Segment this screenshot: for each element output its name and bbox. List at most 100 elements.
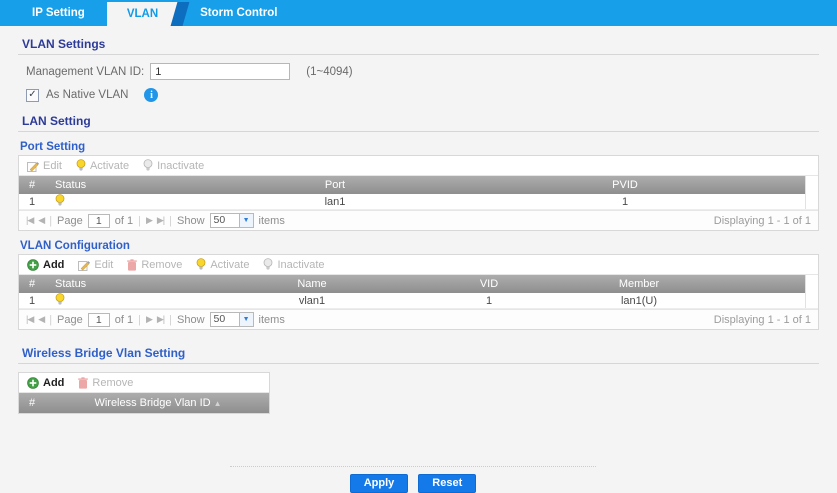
column-header-num[interactable]: # xyxy=(19,278,47,290)
show-items-select[interactable]: 50 ▼ xyxy=(210,213,254,228)
remove-button[interactable]: Remove xyxy=(127,259,182,271)
tab-bar: IP Setting VLAN Storm Control xyxy=(0,0,837,26)
inactivate-label: Inactivate xyxy=(277,259,324,271)
row-member: lan1(U) xyxy=(549,295,729,307)
column-header-pvid[interactable]: PVID xyxy=(475,179,775,191)
lan-setting-section-title: LAN Setting xyxy=(18,110,819,132)
vlan-settings-section-title: VLAN Settings xyxy=(18,33,819,55)
inactive-bulb-icon xyxy=(143,159,153,172)
inactivate-button[interactable]: Inactivate xyxy=(263,258,324,271)
column-header-status[interactable]: Status xyxy=(47,179,195,191)
tab-ip-setting[interactable]: IP Setting xyxy=(10,0,107,26)
show-items-value: 50 xyxy=(211,313,239,326)
inactivate-button[interactable]: Inactivate xyxy=(143,159,204,172)
column-header-wireless-bridge-vlan-id[interactable]: Wireless Bridge Vlan ID ▲ xyxy=(47,397,269,409)
add-button[interactable]: Add xyxy=(27,377,64,389)
last-page-button[interactable]: ▶| xyxy=(157,314,164,325)
scrollbar-strip xyxy=(805,176,818,194)
row-status xyxy=(47,194,195,210)
wireless-bridge-toolbar: Add Remove xyxy=(19,373,269,393)
table-row[interactable]: 1 vlan1 1 lan1(U) xyxy=(19,293,818,309)
first-page-button[interactable]: |◀ xyxy=(26,314,33,325)
row-number: 1 xyxy=(19,196,47,208)
wireless-bridge-table: Add Remove # Wireless Bridge Vlan ID ▲ xyxy=(18,372,270,414)
table-row[interactable]: 1 lan1 1 xyxy=(19,194,818,210)
add-icon xyxy=(27,259,39,271)
active-bulb-icon xyxy=(55,293,65,306)
row-vid: 1 xyxy=(429,295,549,307)
prev-page-button[interactable]: ◀ xyxy=(38,215,44,226)
inactive-bulb-icon xyxy=(263,258,273,271)
last-page-button[interactable]: ▶| xyxy=(157,215,164,226)
port-setting-header-row: # Status Port PVID xyxy=(19,176,818,194)
edit-button[interactable]: Edit xyxy=(78,259,113,271)
column-header-member[interactable]: Member xyxy=(549,278,729,290)
management-vlan-id-input[interactable] xyxy=(150,63,290,80)
info-icon[interactable]: i xyxy=(144,88,158,102)
column-header-status[interactable]: Status xyxy=(47,278,195,290)
prev-page-button[interactable]: ◀ xyxy=(38,314,44,325)
page-label: Page xyxy=(57,314,83,326)
add-button[interactable]: Add xyxy=(27,259,64,271)
activate-button[interactable]: Activate xyxy=(76,159,129,172)
port-setting-title: Port Setting xyxy=(20,141,819,153)
show-label: Show xyxy=(177,314,205,326)
edit-label: Edit xyxy=(43,160,62,172)
edit-button[interactable]: Edit xyxy=(27,160,62,172)
show-items-value: 50 xyxy=(211,214,239,227)
show-items-select[interactable]: 50 ▼ xyxy=(210,312,254,327)
page-number-input[interactable]: 1 xyxy=(88,214,110,228)
tab-storm-control[interactable]: Storm Control xyxy=(178,0,299,26)
column-header-vid[interactable]: VID xyxy=(429,278,549,290)
active-bulb-icon xyxy=(196,258,206,271)
as-native-vlan-checkbox[interactable]: ✓ xyxy=(26,89,39,102)
column-header-name[interactable]: Name xyxy=(195,278,429,290)
remove-button[interactable]: Remove xyxy=(78,377,133,389)
first-page-button[interactable]: |◀ xyxy=(26,215,33,226)
row-name: vlan1 xyxy=(195,295,429,307)
show-label: Show xyxy=(177,215,205,227)
add-label: Add xyxy=(43,259,64,271)
page-number-input[interactable]: 1 xyxy=(88,313,110,327)
page-label: Page xyxy=(57,215,83,227)
row-status xyxy=(47,293,195,309)
page-of-label: of 1 xyxy=(115,314,133,326)
page-content: VLAN Settings Management VLAN ID: (1~409… xyxy=(0,26,837,493)
remove-label: Remove xyxy=(141,259,182,271)
reset-button[interactable]: Reset xyxy=(418,474,476,493)
activate-label: Activate xyxy=(210,259,249,271)
native-vlan-row: ✓ As Native VLAN i xyxy=(26,88,819,102)
items-label: items xyxy=(259,314,285,326)
add-icon xyxy=(27,377,39,389)
sort-ascending-icon: ▲ xyxy=(214,399,222,408)
column-header-num[interactable]: # xyxy=(19,397,47,409)
page-of-label: of 1 xyxy=(115,215,133,227)
tab-vlan[interactable]: VLAN xyxy=(107,2,178,26)
row-number: 1 xyxy=(19,295,47,307)
port-setting-toolbar: Edit Activate Inactivate xyxy=(19,156,818,176)
active-bulb-icon xyxy=(55,194,65,207)
vlan-configuration-header-row: # Status Name VID Member xyxy=(19,275,818,293)
wireless-bridge-header-row: # Wireless Bridge Vlan ID ▲ xyxy=(19,393,269,413)
next-page-button[interactable]: ▶ xyxy=(146,314,152,325)
remove-trash-icon xyxy=(78,377,88,389)
column-header-port[interactable]: Port xyxy=(195,179,475,191)
dropdown-arrow-icon[interactable]: ▼ xyxy=(239,313,253,326)
apply-button[interactable]: Apply xyxy=(350,474,409,493)
as-native-vlan-label: As Native VLAN xyxy=(46,89,128,101)
edit-label: Edit xyxy=(94,259,113,271)
displaying-count: Displaying 1 - 1 of 1 xyxy=(714,215,811,227)
wireless-bridge-section-title: Wireless Bridge Vlan Setting xyxy=(18,342,819,364)
checkmark-icon: ✓ xyxy=(28,90,36,100)
column-header-num[interactable]: # xyxy=(19,179,47,191)
scrollbar-strip xyxy=(805,293,818,308)
activate-label: Activate xyxy=(90,160,129,172)
vlan-settings-page: IP Setting VLAN Storm Control VLAN Setti… xyxy=(0,0,837,493)
vlan-configuration-toolbar: Add Edit Remove Activate Inactivate xyxy=(19,255,818,275)
activate-button[interactable]: Activate xyxy=(196,258,249,271)
next-page-button[interactable]: ▶ xyxy=(146,215,152,226)
action-footer: Apply Reset xyxy=(230,466,596,493)
dropdown-arrow-icon[interactable]: ▼ xyxy=(239,214,253,227)
row-port: lan1 xyxy=(195,196,475,208)
inactivate-label: Inactivate xyxy=(157,160,204,172)
